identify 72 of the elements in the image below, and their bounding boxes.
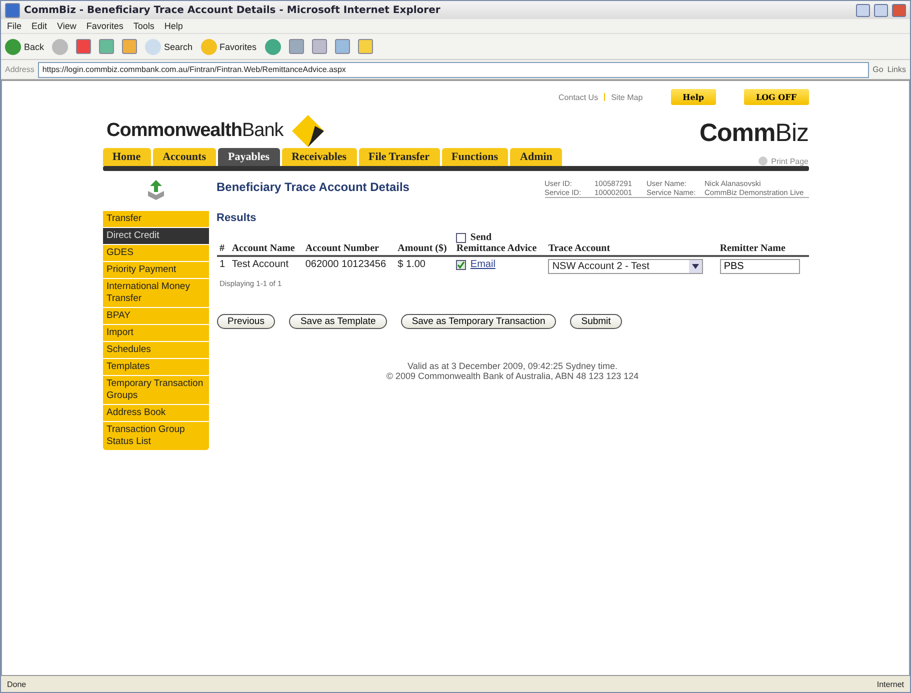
menu-item[interactable]: Help: [164, 21, 183, 31]
sidebar-item[interactable]: Transfer: [102, 211, 208, 227]
minimize-button[interactable]: [856, 4, 870, 16]
column-header: Remitter Name: [720, 243, 786, 254]
column-header: Amount ($): [398, 243, 447, 254]
search-button[interactable]: Search: [145, 38, 193, 54]
action-button[interactable]: Save as Template: [289, 314, 387, 329]
diamond-logo-icon: [291, 114, 326, 148]
nav-tab[interactable]: Admin: [510, 148, 562, 166]
sidebar-item[interactable]: GDES: [102, 245, 208, 261]
table-cell: Test Account: [228, 256, 302, 276]
action-button[interactable]: Save as Temporary Transaction: [400, 314, 556, 329]
close-button[interactable]: [892, 4, 906, 16]
favorites-button[interactable]: Favorites: [200, 38, 257, 54]
caret-icon: [692, 264, 700, 269]
section-heading: Results: [216, 212, 258, 224]
status-text: Done: [7, 680, 26, 688]
send-all-checkbox[interactable]: Send: [456, 232, 492, 243]
zone-text: Internet: [876, 680, 904, 688]
links-button[interactable]: Links: [887, 65, 906, 74]
sidebar-item[interactable]: BPAY: [102, 308, 208, 324]
footer-text: Valid as at 3 December 2009, 09:42:25 Sydney time.: [408, 361, 618, 371]
maximize-button[interactable]: [874, 4, 888, 16]
trace-account-dropdown[interactable]: NSW Account 2 - Test: [548, 259, 704, 274]
nav-tab[interactable]: Receivables: [282, 148, 357, 166]
print-link[interactable]: Print Page: [758, 156, 808, 166]
column-header: Remittance Advice: [456, 243, 537, 254]
nav-tab[interactable]: Functions: [442, 148, 508, 166]
menu-item[interactable]: View: [57, 21, 76, 31]
column-header: Account Name: [232, 243, 295, 254]
sidebar-item[interactable]: International Money Transfer: [102, 279, 208, 307]
top-link[interactable]: Site Map: [611, 92, 643, 102]
sidebar-item[interactable]: Schedules: [102, 342, 208, 358]
column-header: #: [220, 243, 224, 254]
nav-tab[interactable]: Payables: [218, 148, 280, 166]
window-title: CommBiz - Beneficiary Trace Account Details - Microsoft Internet Explorer: [24, 4, 442, 16]
go-button[interactable]: Go: [872, 65, 884, 74]
address-label: Address: [5, 65, 34, 74]
menu-item[interactable]: Edit: [32, 21, 48, 31]
sidebar-item[interactable]: Transaction Group Status List: [102, 422, 208, 450]
bank-logo-text: CommonwealthBank: [106, 120, 284, 142]
checkbox[interactable]: [456, 260, 466, 270]
nav-tab[interactable]: Accounts: [152, 148, 216, 166]
sidebar-item[interactable]: Address Book: [102, 405, 208, 421]
address-field[interactable]: https://login.commbiz.commbank.com.au/Fintran/Fintran.Web/RemittanceAdvice.aspx: [38, 62, 869, 78]
sidebar-item[interactable]: Templates: [102, 359, 208, 375]
sidebar-item[interactable]: Import: [102, 325, 208, 341]
sidebar-item[interactable]: Temporary Transaction Groups: [102, 376, 208, 404]
table-cell: $ 1.00: [394, 256, 454, 276]
header-button[interactable]: Help: [670, 89, 716, 105]
footer-text: © 2009 Commonwealth Bank of Australia, ABN 48 123 123 124: [386, 371, 639, 381]
menu-item[interactable]: Tools: [133, 21, 154, 31]
email-link[interactable]: Email: [470, 259, 496, 270]
table-cell: 062000 10123456: [302, 256, 395, 276]
menu-item[interactable]: Favorites: [86, 21, 124, 31]
action-button[interactable]: Previous: [216, 314, 276, 329]
sidebar-item[interactable]: Direct Credit: [102, 228, 208, 244]
top-link[interactable]: Contact Us: [558, 92, 598, 102]
product-logo-text: CommBiz: [699, 119, 808, 148]
column-header: Account Number: [305, 243, 379, 254]
back-button[interactable]: Back: [5, 38, 44, 54]
header-button[interactable]: LOG OFF: [744, 89, 808, 105]
page-title: Beneficiary Trace Account Details: [216, 180, 410, 194]
checkbox[interactable]: [456, 232, 466, 242]
table-cell: 1: [216, 256, 229, 276]
sidebar-item[interactable]: Priority Payment: [102, 262, 208, 278]
action-button[interactable]: Submit: [570, 314, 622, 329]
column-header: Trace Account: [548, 243, 610, 254]
remitter-name-field[interactable]: PBS: [720, 259, 800, 274]
nav-tab[interactable]: File Transfer: [358, 148, 440, 166]
nav-tab[interactable]: Home: [102, 148, 151, 166]
menu-item[interactable]: File: [7, 21, 22, 31]
